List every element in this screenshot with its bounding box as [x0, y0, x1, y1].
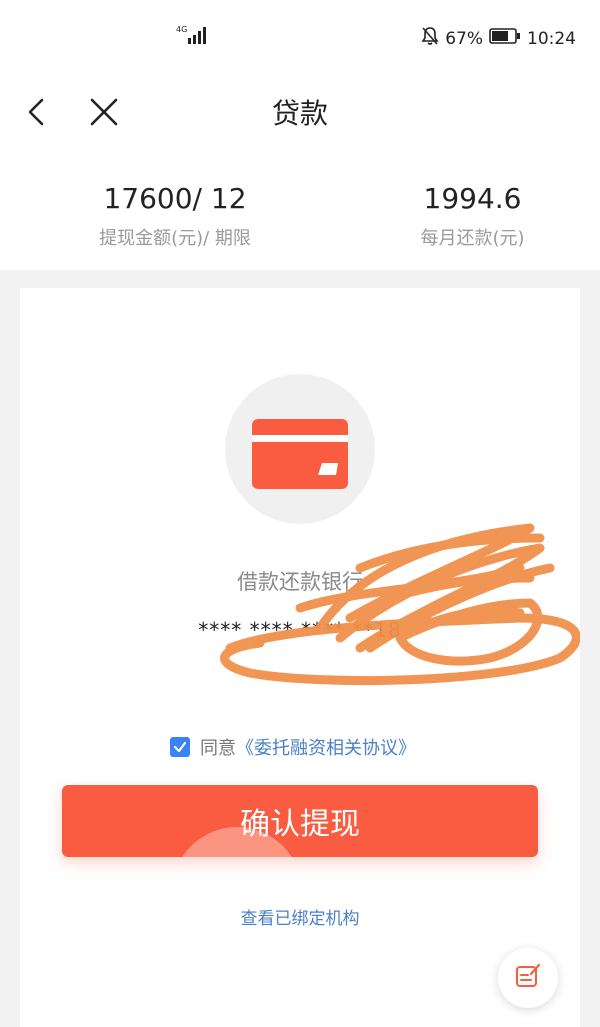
status-bar: 4G 67% 10:24	[0, 0, 600, 72]
agreement-checkbox[interactable]	[170, 737, 190, 757]
agreement-link[interactable]: 《委托融资相关协议》	[236, 734, 416, 760]
amount-term-label: 提现金额(元)/ 期限	[99, 228, 251, 249]
view-bound-institutions-link[interactable]: 查看已绑定机构	[20, 904, 580, 929]
bell-off-icon	[421, 26, 439, 51]
svg-text:4G: 4G	[176, 25, 187, 34]
monthly-payment-label: 每月还款(元)	[420, 228, 525, 249]
amount-term-value: 17600/ 12	[103, 182, 247, 215]
amount-term-summary: 17600/ 12 提现金额(元)/ 期限	[40, 180, 310, 250]
confirm-withdraw-button[interactable]: 确认提现	[62, 785, 538, 857]
status-right: 67% 10:24	[421, 26, 576, 51]
agreement-row: 同意 《委托融资相关协议》	[170, 734, 416, 760]
confirm-withdraw-label: 确认提现	[240, 807, 360, 842]
feedback-fab[interactable]	[498, 948, 558, 1008]
battery-percent: 67%	[445, 28, 483, 49]
edit-note-icon	[514, 962, 542, 994]
agreement-prefix: 同意	[200, 738, 236, 759]
monthly-payment-summary: 1994.6 每月还款(元)	[340, 180, 600, 250]
page-title: 贷款	[271, 97, 328, 130]
monthly-payment-value: 1994.6	[423, 182, 522, 215]
battery-icon	[489, 28, 521, 49]
redaction-scribble	[200, 508, 581, 692]
nav-bar: 贷款	[0, 72, 600, 152]
bank-card-badge	[225, 374, 375, 524]
signal-icon: 4G	[176, 24, 208, 51]
clock: 10:24	[527, 28, 576, 49]
bank-card-icon	[252, 419, 348, 493]
withdraw-card: 借款还款银行 **** **** **** **18 同意 《委托融资相关协议》…	[20, 288, 581, 1027]
